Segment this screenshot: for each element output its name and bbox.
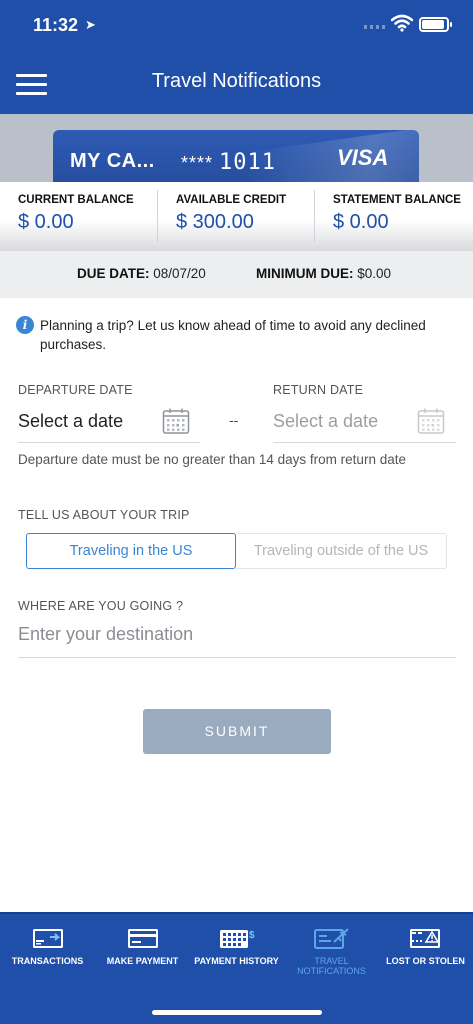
credit-card[interactable]: MY CA... **** 1011 VISA (53, 130, 419, 182)
tab-transactions[interactable]: TRANSACTIONS (0, 926, 95, 966)
available-credit-label: AVAILABLE CREDIT (176, 194, 287, 206)
minimum-due-value: $0.00 (357, 266, 392, 281)
due-row: DUE DATE: 08/07/20 MINIMUM DUE: $0.00 (0, 251, 473, 298)
due-date: DUE DATE: 08/07/20 (77, 266, 206, 281)
tab-lost-or-stolen[interactable]: LOST OR STOLEN (378, 926, 473, 966)
signal-icon (364, 25, 386, 29)
card-name: MY CA... (70, 150, 155, 172)
calendar-icon[interactable] (417, 407, 445, 435)
submit-button[interactable]: SUBMIT (143, 709, 331, 754)
battery-icon (419, 17, 452, 32)
current-balance-value: $ 0.00 (18, 211, 74, 233)
minimum-due-label: MINIMUM DUE: (256, 266, 354, 281)
visa-logo: VISA (337, 145, 389, 170)
return-date-value: Select a date (273, 411, 379, 431)
minimum-due: MINIMUM DUE: $0.00 (256, 266, 391, 281)
status-time: 11:32 (33, 15, 79, 35)
return-date-label: RETURN DATE (273, 383, 364, 397)
info-message: Planning a trip? Let us know ahead of ti… (40, 318, 426, 352)
tab-travel-notifications[interactable]: TRAVEL NOTIFICATIONS (284, 926, 379, 976)
tab-make-payment-label: MAKE PAYMENT (106, 956, 179, 966)
balances-row: CURRENT BALANCE $ 0.00 AVAILABLE CREDIT … (0, 182, 473, 251)
card-mask: **** (181, 153, 214, 173)
lost-stolen-icon (409, 929, 440, 948)
available-credit-value: $ 300.00 (176, 211, 254, 233)
wifi-icon (391, 14, 413, 32)
divider (314, 190, 315, 242)
due-date-label: DUE DATE: (77, 266, 150, 281)
trip-label: TELL US ABOUT YOUR TRIP (18, 508, 190, 522)
divider (157, 190, 158, 242)
date-separator: -- (229, 412, 239, 428)
card-last4: 1011 (219, 150, 277, 175)
tab-traveling-in-us[interactable]: Traveling in the US (26, 533, 236, 569)
destination-field (18, 618, 456, 658)
departure-date-value: Select a date (18, 411, 124, 431)
tab-lost-or-stolen-label: LOST OR STOLEN (386, 956, 465, 966)
travel-notifications-icon (313, 928, 349, 949)
due-date-value: 08/07/20 (153, 266, 206, 281)
calendar-icon[interactable] (162, 407, 190, 435)
card-number: **** 1011 (181, 150, 276, 175)
departure-date-label: DEPARTURE DATE (18, 383, 133, 397)
home-indicator (152, 1010, 322, 1015)
tab-traveling-outside-us[interactable]: Traveling outside of the US (236, 533, 447, 569)
statement-balance-label: STATEMENT BALANCE (333, 194, 461, 206)
current-balance-label: CURRENT BALANCE (18, 194, 134, 206)
location-arrow-icon: ➤ (85, 17, 96, 32)
destination-label: WHERE ARE YOU GOING ? (18, 599, 184, 613)
tab-payment-history[interactable]: $ PAYMENT HISTORY (189, 926, 284, 966)
payment-history-icon: $ (219, 930, 255, 948)
tab-payment-history-label: PAYMENT HISTORY (194, 956, 279, 966)
page-title: Travel Notifications (151, 70, 322, 92)
return-date-field[interactable]: Select a date (273, 403, 456, 443)
transactions-icon (32, 929, 63, 948)
svg-text:$: $ (249, 930, 255, 941)
make-payment-icon (127, 929, 158, 948)
tab-make-payment[interactable]: MAKE PAYMENT (95, 926, 190, 966)
destination-input[interactable] (18, 624, 456, 645)
date-hint: Departure date must be no greater than 1… (18, 452, 406, 467)
top-bar: 11:32 ➤ Travel Notifications (0, 0, 473, 114)
tab-travel-notifications-label: TRAVEL NOTIFICATIONS (297, 956, 366, 976)
card-band: MY CA... **** 1011 VISA (0, 114, 473, 182)
statement-balance-value: $ 0.00 (333, 211, 389, 233)
tab-transactions-label: TRANSACTIONS (11, 956, 84, 966)
info-icon: i (16, 316, 34, 334)
bottom-tab-bar: TRANSACTIONS MAKE PAYMENT $ PAYMENT HIST… (0, 912, 473, 1024)
departure-date-field[interactable]: Select a date (18, 403, 200, 443)
